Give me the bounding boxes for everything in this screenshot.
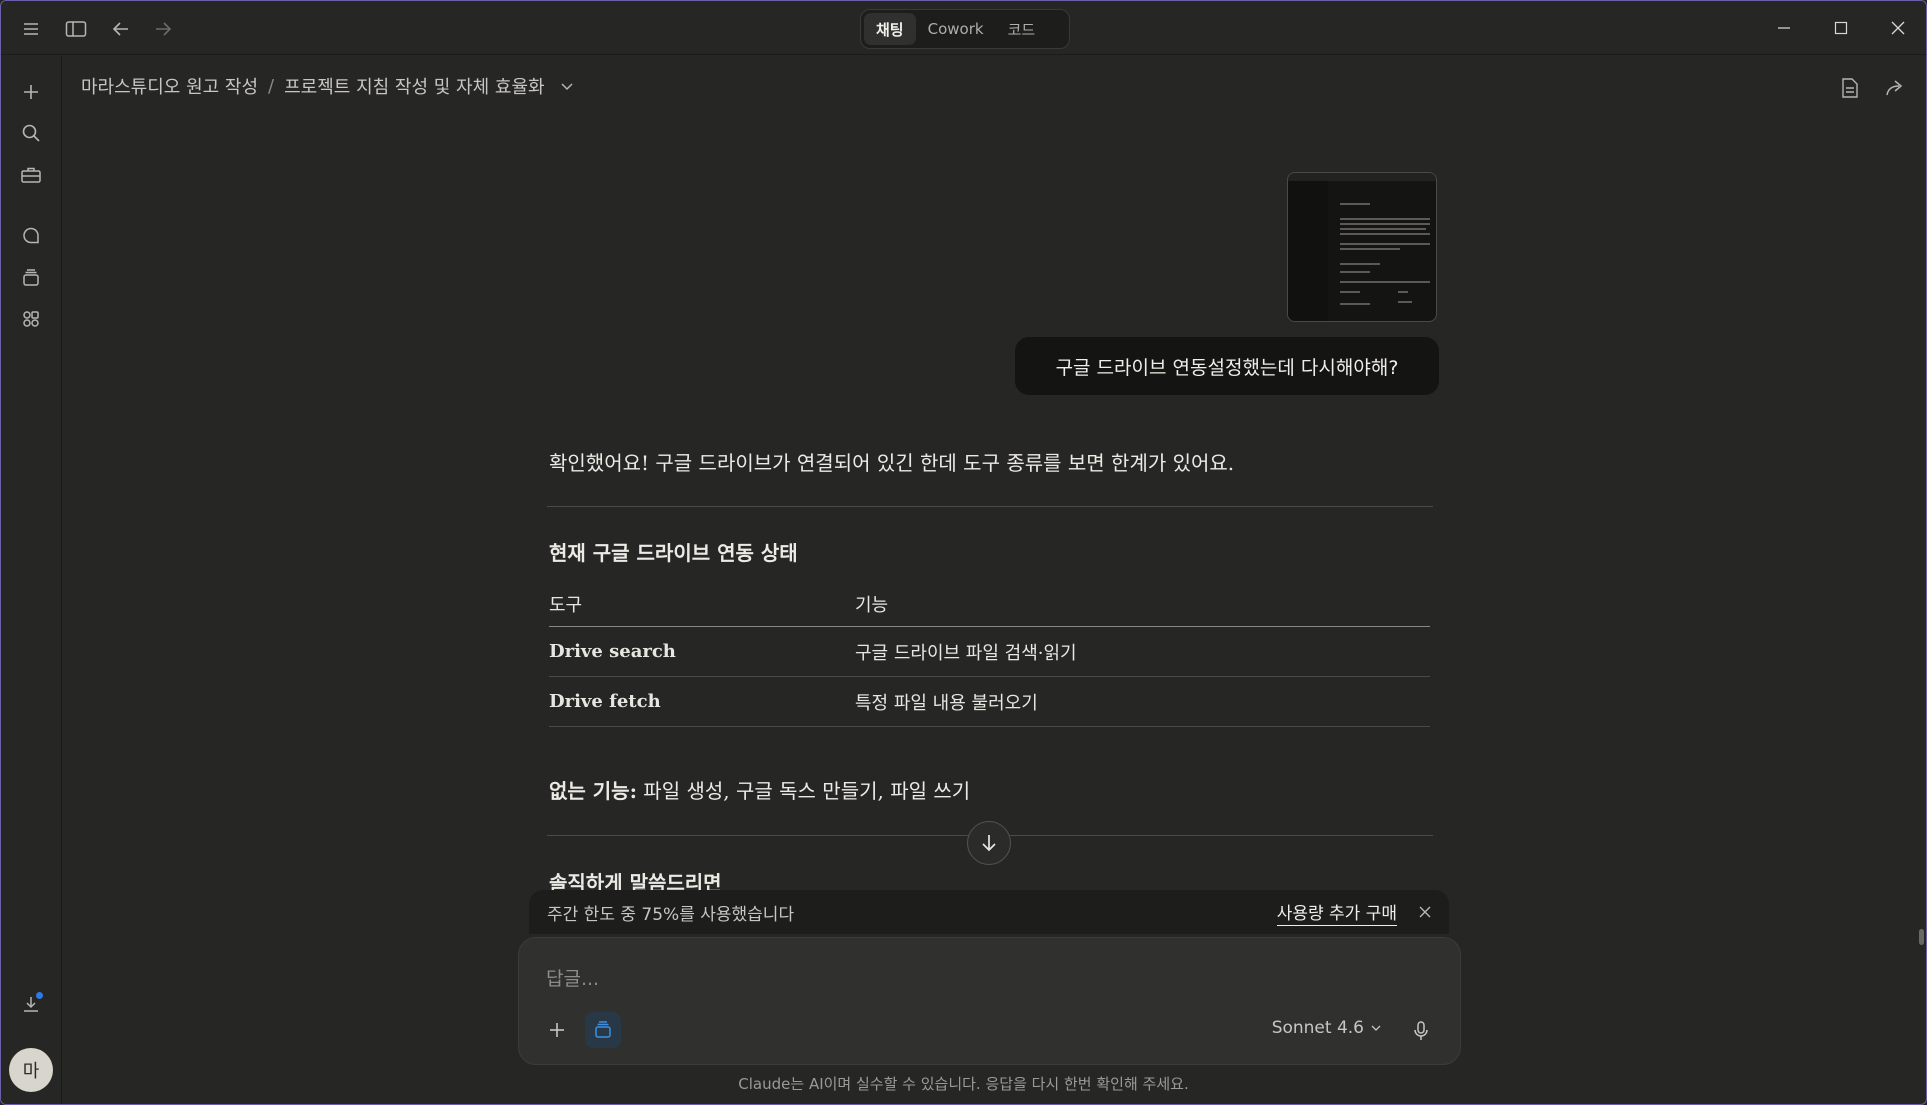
left-rail: 마 (1, 56, 62, 1104)
section-heading: 현재 구글 드라이브 연동 상태 (549, 541, 798, 565)
table-header-row: 도구 기능 (549, 585, 1430, 627)
close-icon[interactable] (1419, 906, 1431, 918)
notification-dot (34, 990, 45, 1001)
usage-text: 주간 한도 중 75%를 사용했습니다 (547, 904, 795, 925)
chevron-down-icon[interactable] (559, 78, 575, 94)
new-chat-icon[interactable] (15, 76, 47, 108)
table-cell: 특정 파일 내용 불러오기 (855, 692, 1038, 714)
table-cell: Drive fetch (549, 691, 661, 712)
back-arrow-icon[interactable] (105, 13, 137, 45)
disclaimer: Claude는 AI이며 실수할 수 있습니다. 응답을 다시 한번 확인해 주… (738, 1075, 1189, 1093)
answer-intro: 확인했어요! 구글 드라이브가 연결되어 있긴 한데 도구 종류를 보면 한계가… (549, 451, 1235, 475)
artifacts-icon[interactable] (15, 303, 47, 335)
user-message: 구글 드라이브 연동설정했는데 다시해야해? (1015, 337, 1439, 395)
tab-code[interactable]: 코드 (996, 13, 1048, 45)
project-context-button[interactable] (585, 1012, 621, 1048)
menu-icon[interactable] (15, 13, 47, 45)
missing-features-text: 파일 생성, 구글 독스 만들기, 파일 쓰기 (636, 779, 971, 803)
table-header-cell: 도구 (549, 595, 583, 616)
model-selector[interactable]: Sonnet 4.6 (1272, 1018, 1382, 1038)
share-icon[interactable] (1880, 73, 1910, 103)
reply-input[interactable]: 답글... (546, 964, 599, 991)
search-icon[interactable] (15, 117, 47, 149)
table-row: Drive search 구글 드라이브 파일 검색·읽기 (549, 627, 1430, 677)
mode-switcher: 채팅 Cowork 코드 (860, 9, 1070, 49)
download-icon[interactable] (15, 988, 47, 1020)
close-window-button[interactable] (1878, 11, 1918, 45)
scrollbar[interactable] (1919, 929, 1924, 945)
scroll-down-button[interactable] (967, 821, 1011, 865)
missing-features-label: 없는 기능: (549, 779, 637, 803)
toolbox-icon[interactable] (15, 159, 47, 191)
tools-table: 도구 기능 Drive search 구글 드라이브 파일 검색·읽기 Driv… (549, 585, 1430, 727)
forward-arrow-icon[interactable] (147, 13, 179, 45)
breadcrumb-project[interactable]: 마라스튜디오 원고 작성 (81, 73, 258, 99)
model-name: Sonnet 4.6 (1271, 1018, 1364, 1038)
title-bar: 채팅 Cowork 코드 (1, 1, 1926, 55)
table-cell: 구글 드라이브 파일 검색·읽기 (855, 642, 1077, 664)
add-attachment-button[interactable] (539, 1012, 575, 1048)
table-cell: Drive search (549, 641, 676, 662)
divider (547, 506, 1433, 507)
breadcrumb-separator: / (268, 75, 275, 97)
maximize-button[interactable] (1821, 11, 1861, 45)
composer: 답글... Sonnet 4.6 (518, 937, 1461, 1065)
app-window: 채팅 Cowork 코드 마 마라스튜디오 원고 작성 / 프로젝트 지침 작성… (0, 0, 1927, 1105)
microphone-icon[interactable] (1404, 1014, 1438, 1048)
sidebar-toggle-icon[interactable] (60, 13, 92, 45)
tab-cowork[interactable]: Cowork (916, 13, 996, 45)
missing-features: 없는 기능: 파일 생성, 구글 독스 만들기, 파일 쓰기 (549, 775, 1433, 804)
chats-icon[interactable] (15, 220, 47, 252)
attachment-thumbnail[interactable] (1287, 172, 1437, 322)
table-row: Drive fetch 특정 파일 내용 불러오기 (549, 677, 1430, 727)
projects-icon[interactable] (15, 262, 47, 294)
breadcrumb: 마라스튜디오 원고 작성 / 프로젝트 지침 작성 및 자체 효율화 (81, 71, 575, 101)
chevron-down-icon (1371, 1025, 1381, 1031)
table-header-cell: 기능 (855, 595, 889, 616)
tab-chat[interactable]: 채팅 (864, 13, 916, 45)
breadcrumb-conversation[interactable]: 프로젝트 지침 작성 및 자체 효율화 (284, 73, 544, 99)
minimize-button[interactable] (1764, 11, 1804, 45)
buy-usage-link[interactable]: 사용량 추가 구매 (1276, 899, 1397, 926)
document-icon[interactable] (1835, 73, 1865, 103)
usage-banner: 주간 한도 중 75%를 사용했습니다 사용량 추가 구매 (529, 890, 1449, 934)
